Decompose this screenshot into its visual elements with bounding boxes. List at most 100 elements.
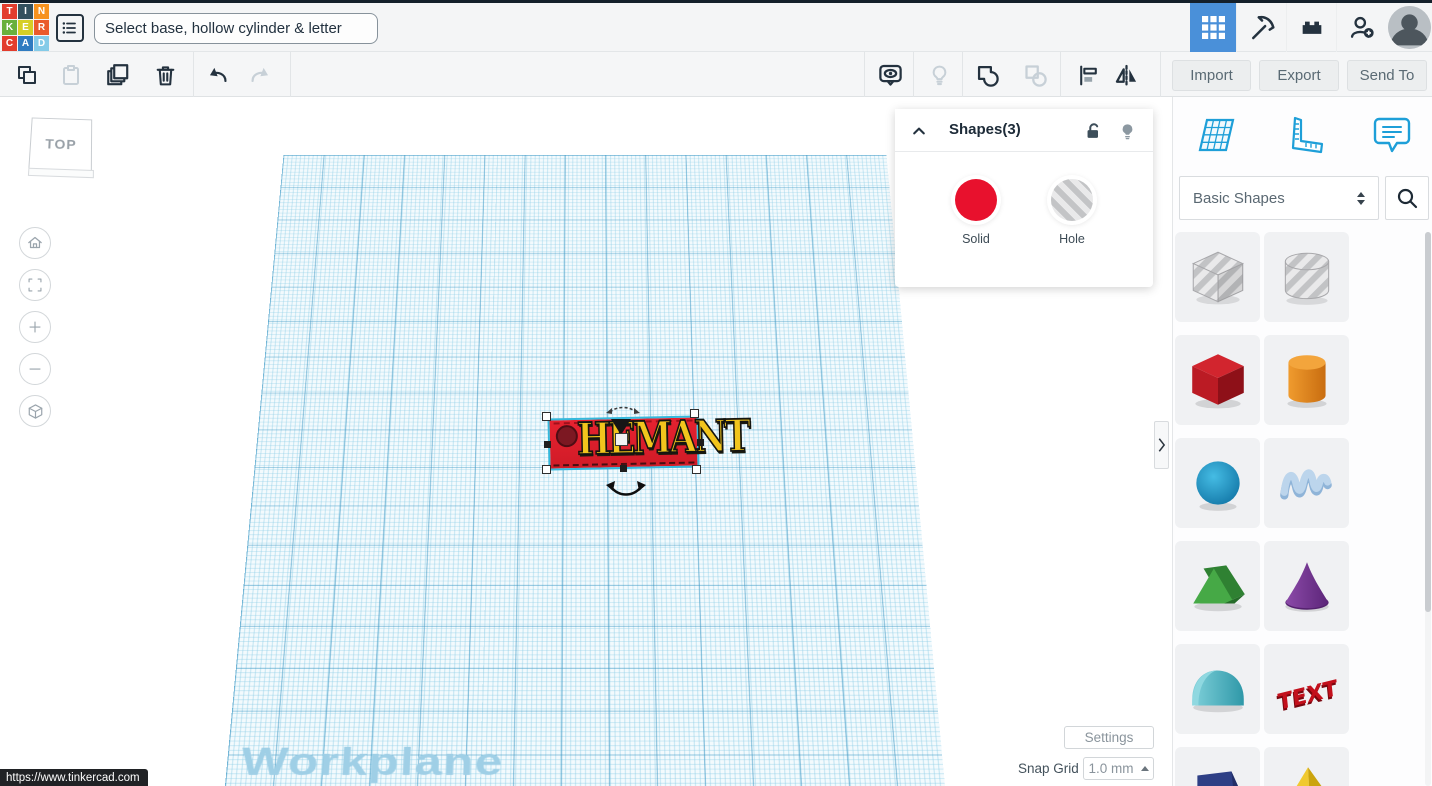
shape-tile-pyramid[interactable]	[1264, 747, 1349, 786]
height-handle-square[interactable]	[615, 433, 628, 446]
avatar	[1388, 6, 1431, 49]
edit-toolbar: Import Export Send To	[0, 52, 1432, 97]
delete-button[interactable]	[151, 61, 179, 89]
shape-tile-sphere[interactable]	[1175, 438, 1260, 528]
hole-label: Hole	[1037, 232, 1107, 246]
dashboard-grid-icon	[1202, 16, 1225, 39]
keychain-hole	[556, 425, 578, 447]
import-button[interactable]: Import	[1172, 60, 1251, 91]
rotate-handle-front[interactable]	[606, 481, 646, 501]
redo-button[interactable]	[247, 61, 275, 89]
shape-category-select[interactable]: Basic Shapes	[1179, 176, 1379, 220]
view-cube[interactable]: TOP	[28, 117, 92, 172]
ruler-tool-button[interactable]	[1279, 109, 1327, 161]
shape-tile-box-hole[interactable]	[1175, 232, 1260, 322]
workplane-grid[interactable]: Workplane	[225, 155, 945, 786]
inspector-body: Solid Hole	[895, 152, 1153, 286]
align-button[interactable]	[1074, 61, 1102, 89]
shape-gallery: TEXT TEXT	[1173, 232, 1426, 786]
design-name-input[interactable]	[94, 13, 378, 44]
perspective-toggle-button[interactable]	[19, 395, 51, 427]
rotate-handle-top[interactable]	[605, 403, 641, 415]
scale-handle-bottom-left[interactable]	[542, 465, 551, 474]
scale-handle-top-right[interactable]	[690, 409, 699, 418]
unlock-icon	[1083, 121, 1103, 141]
shape-tile-wedge[interactable]	[1175, 747, 1260, 786]
ungroup-button[interactable]	[1021, 61, 1049, 89]
zoom-out-button[interactable]	[19, 353, 51, 385]
logo-letter: I	[18, 4, 33, 19]
scale-handle-right[interactable]	[697, 439, 704, 446]
snap-grid-label: Snap Grid	[1018, 761, 1079, 776]
workplane-tool-button[interactable]	[1190, 109, 1238, 161]
scale-handle-top-left[interactable]	[542, 412, 551, 421]
hole-option[interactable]: Hole	[1037, 179, 1107, 246]
sidebar-collapse-handle[interactable]	[1154, 421, 1169, 469]
shape-search-button[interactable]	[1385, 176, 1429, 220]
snap-grid-value: 1.0 mm	[1088, 761, 1133, 776]
logo-letter: D	[34, 36, 49, 51]
invite-people-button[interactable]	[1336, 3, 1386, 52]
mirror-button[interactable]	[1112, 61, 1140, 89]
undo-button[interactable]	[203, 61, 231, 89]
logo-letter: E	[18, 20, 33, 35]
collapse-panel-button[interactable]	[907, 119, 931, 143]
gallery-scrollbar-thumb[interactable]	[1425, 232, 1431, 612]
brick-icon	[1298, 14, 1326, 42]
lego-button[interactable]	[1286, 3, 1336, 52]
home-view-button[interactable]	[19, 227, 51, 259]
logo-letter: N	[34, 4, 49, 19]
hide-selected-button[interactable]	[925, 61, 953, 89]
solid-swatch	[955, 179, 997, 221]
fit-view-button[interactable]	[19, 269, 51, 301]
pickaxe-icon	[1247, 13, 1277, 43]
shape-tile-box[interactable]	[1175, 335, 1260, 425]
send-to-button[interactable]: Send To	[1347, 60, 1427, 91]
scale-handle-left[interactable]	[544, 441, 551, 448]
export-button[interactable]: Export	[1259, 60, 1339, 91]
person-add-icon	[1348, 14, 1376, 42]
view-cube-top-label: TOP	[45, 136, 77, 153]
lightbulb-icon	[1118, 121, 1137, 142]
notes-tool-button[interactable]	[1368, 109, 1416, 161]
category-value: Basic Shapes	[1193, 190, 1285, 207]
minecraft-button[interactable]	[1236, 3, 1286, 52]
zoom-in-button[interactable]	[19, 311, 51, 343]
solid-label: Solid	[941, 232, 1011, 246]
paste-button[interactable]	[57, 61, 85, 89]
lock-button[interactable]	[1081, 119, 1105, 143]
dashboard-grid-button[interactable]	[1190, 3, 1236, 52]
scale-handle-bottom[interactable]	[620, 465, 627, 472]
select-arrows-icon	[1357, 192, 1365, 205]
tinkercad-logo[interactable]: T I N K E R C A D	[2, 4, 49, 51]
shapes-sidebar: Basic Shapes TEXT TEXT	[1172, 97, 1432, 786]
design-menu-button[interactable]	[56, 14, 84, 42]
gallery-scrollbar-track	[1425, 232, 1431, 786]
shape-tile-round-roof[interactable]	[1175, 644, 1260, 734]
list-menu-icon	[61, 19, 79, 37]
duplicate-button[interactable]	[104, 61, 132, 89]
show-all-button[interactable]	[876, 61, 904, 89]
3d-viewport[interactable]: Workplane TOP HEMANT Shapes(3) Solid Hol…	[0, 97, 1172, 786]
group-button[interactable]	[973, 61, 1001, 89]
shape-tile-text[interactable]: TEXT TEXT	[1264, 644, 1349, 734]
account-avatar-button[interactable]	[1386, 3, 1432, 52]
shape-tile-scribble[interactable]	[1264, 438, 1349, 528]
solid-option[interactable]: Solid	[941, 179, 1011, 246]
chevron-right-icon	[1157, 437, 1166, 453]
status-url-text: https://www.tinkercad.com	[6, 772, 140, 784]
dropdown-up-arrow-icon	[1141, 766, 1149, 771]
logo-letter: C	[2, 36, 17, 51]
snap-grid-select[interactable]: 1.0 mm	[1083, 757, 1154, 780]
logo-letter: T	[2, 4, 17, 19]
shape-tile-cylinder-hole[interactable]	[1264, 232, 1349, 322]
scale-handle-bottom-right[interactable]	[692, 465, 701, 474]
shape-tile-roof[interactable]	[1175, 541, 1260, 631]
shape-tile-cone[interactable]	[1264, 541, 1349, 631]
copy-button[interactable]	[13, 61, 41, 89]
workplane-icon	[1191, 113, 1237, 157]
shape-tile-cylinder[interactable]	[1264, 335, 1349, 425]
visibility-bulb-button[interactable]	[1115, 119, 1139, 143]
inspector-header: Shapes(3)	[895, 109, 1153, 152]
settings-button[interactable]: Settings	[1064, 726, 1154, 749]
